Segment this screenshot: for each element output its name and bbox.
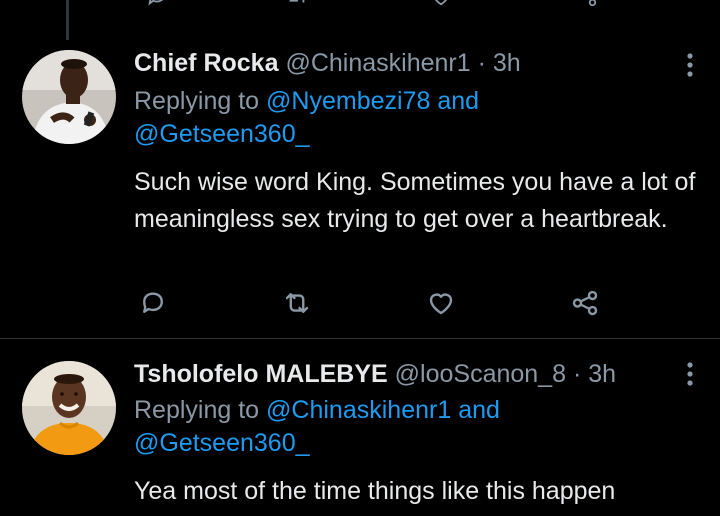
reply-icon[interactable] (138, 288, 168, 318)
timestamp[interactable]: 3h (588, 360, 616, 388)
mention-link[interactable]: @Nyembezi78 (266, 87, 430, 115)
mention-joiner[interactable]: and (458, 396, 500, 424)
handle[interactable]: @looScanon_8 (395, 360, 566, 388)
like-icon[interactable] (426, 288, 456, 318)
tweet-header: Chief Rocka @Chinaskihenr1 · 3h (134, 48, 521, 78)
handle[interactable]: @Chinaskihenr1 (285, 49, 470, 77)
avatar[interactable] (22, 361, 116, 455)
mention-link[interactable]: @Chinaskihenr1 (266, 396, 451, 424)
reply-icon[interactable] (146, 0, 168, 8)
display-name[interactable]: Chief Rocka (134, 49, 278, 77)
tweet-actions (134, 288, 614, 318)
tweet-header: Tsholofelo MALEBYE @looScanon_8 · 3h (134, 359, 616, 389)
timestamp[interactable]: 3h (493, 49, 521, 77)
thread-line (66, 0, 69, 40)
replying-prefix: Replying to (134, 87, 260, 115)
more-options-icon[interactable] (686, 52, 694, 78)
separator-dot: · (572, 360, 582, 388)
like-icon[interactable] (430, 0, 452, 8)
mention-link[interactable]: @Getseen360_ (134, 120, 310, 148)
previous-tweet-actions (0, 0, 720, 40)
display-name[interactable]: Tsholofelo MALEBYE (134, 360, 388, 388)
more-options-icon[interactable] (686, 361, 694, 387)
avatar[interactable] (22, 50, 116, 144)
tweet-text: Yea most of the time things like this ha… (134, 477, 616, 505)
share-icon[interactable] (570, 288, 600, 318)
avatar-photo-icon (22, 361, 116, 455)
tweet-divider (0, 338, 720, 339)
retweet-icon[interactable] (282, 288, 312, 318)
separator-dot: · (477, 49, 486, 77)
retweet-icon[interactable] (286, 0, 308, 8)
tweet-text: Such wise word King. Sometimes you have … (134, 168, 696, 233)
replying-prefix: Replying to (134, 396, 260, 424)
mention-joiner[interactable]: and (437, 87, 479, 115)
replying-to: Replying to @Chinaskihenr1 and @Getseen3… (134, 394, 694, 460)
avatar-photo-icon (22, 50, 116, 144)
replying-to: Replying to @Nyembezi78 and @Getseen360_ (134, 85, 694, 151)
share-icon[interactable] (576, 0, 598, 8)
mention-link[interactable]: @Getseen360_ (134, 429, 310, 457)
